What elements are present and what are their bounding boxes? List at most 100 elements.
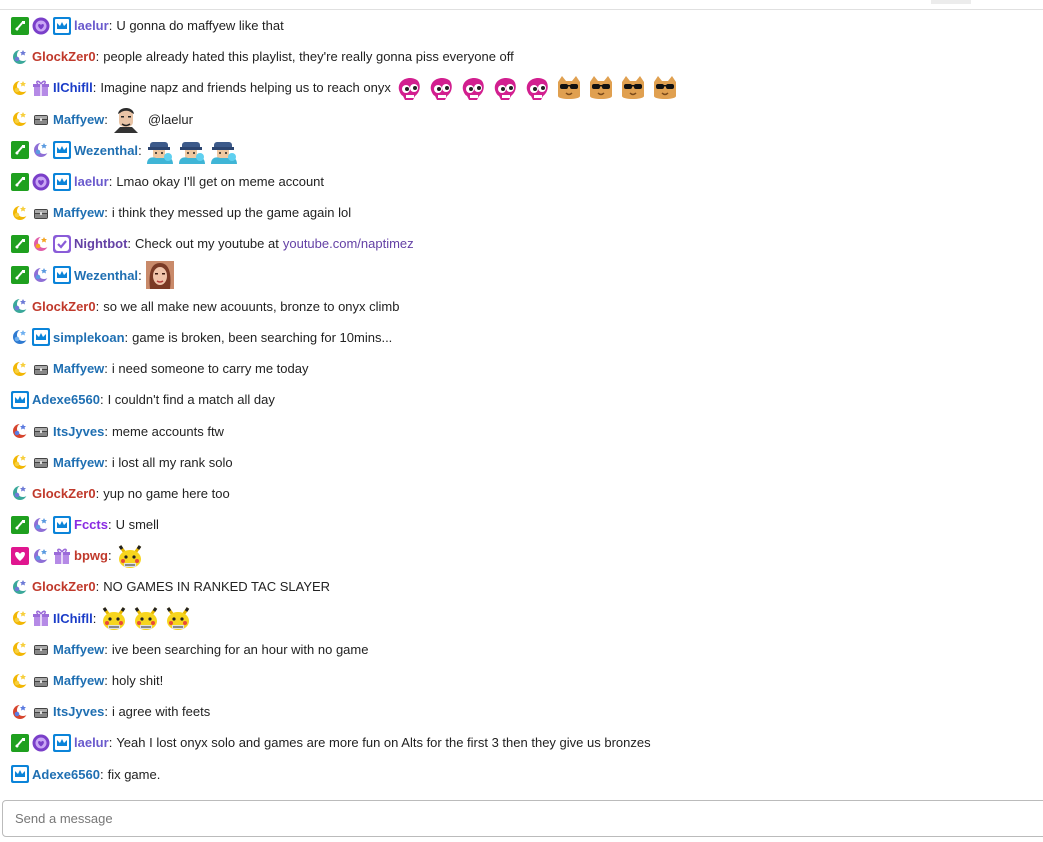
pikachu-emote-icon[interactable] xyxy=(100,604,128,632)
username[interactable]: Adexe6560 xyxy=(32,767,100,782)
guy-cap-emote-icon[interactable] xyxy=(210,136,238,165)
pink-skull-emote-icon[interactable] xyxy=(523,74,551,102)
moon-purple-badge-icon[interactable] xyxy=(32,547,50,565)
chat-input-box[interactable] xyxy=(2,800,1043,837)
moon-yellow-badge-icon[interactable] xyxy=(11,110,29,128)
verified-badge-icon[interactable] xyxy=(11,234,29,253)
chest-badge-icon[interactable] xyxy=(32,422,50,440)
send-message-input[interactable] xyxy=(3,801,1043,836)
guy-cap-emote-icon[interactable] xyxy=(178,136,206,165)
bot-badge-icon[interactable] xyxy=(53,234,71,253)
username[interactable]: simplekoan xyxy=(53,330,125,345)
username[interactable]: bpwg xyxy=(74,548,108,563)
cool-cat-emote-icon[interactable] xyxy=(619,74,647,102)
prime-badge-icon[interactable] xyxy=(53,141,71,160)
prime-badge-icon[interactable] xyxy=(53,172,71,191)
moon-red-badge-icon[interactable] xyxy=(11,703,29,721)
moon-blue-badge-icon[interactable] xyxy=(11,328,29,346)
moon-green-badge-icon[interactable] xyxy=(11,484,29,502)
username[interactable]: IlChifll xyxy=(53,611,93,626)
cool-cat-emote-icon[interactable] xyxy=(587,74,615,102)
pink-skull-emote-icon[interactable] xyxy=(491,74,519,102)
username[interactable]: Maffyew xyxy=(53,205,104,220)
username[interactable]: Adexe6560 xyxy=(32,392,100,407)
username[interactable]: Fccts xyxy=(74,517,108,532)
moon-yellow-badge-icon[interactable] xyxy=(11,204,29,222)
prime-badge-icon[interactable] xyxy=(11,390,29,409)
pink-skull-emote-icon[interactable] xyxy=(459,74,487,102)
heart-pink-badge-icon[interactable] xyxy=(11,546,29,565)
verified-badge-icon[interactable] xyxy=(11,141,29,160)
moon-green-badge-icon[interactable] xyxy=(11,297,29,315)
moon-yellow-badge-icon[interactable] xyxy=(11,453,29,471)
heart-purple-badge-icon[interactable] xyxy=(32,17,50,35)
cool-cat-emote-icon[interactable] xyxy=(651,74,679,102)
prime-badge-icon[interactable] xyxy=(53,733,71,752)
pikachu-emote-icon[interactable] xyxy=(132,604,160,632)
prime-badge-icon[interactable] xyxy=(53,515,71,534)
heart-purple-badge-icon[interactable] xyxy=(32,173,50,191)
moon-yellow-badge-icon[interactable] xyxy=(11,360,29,378)
top-tab[interactable] xyxy=(931,0,971,4)
moon-red-badge-icon[interactable] xyxy=(11,422,29,440)
moon-green-badge-icon[interactable] xyxy=(11,578,29,596)
moon-yellow-badge-icon[interactable] xyxy=(11,672,29,690)
username[interactable]: ItsJyves xyxy=(53,704,104,719)
username[interactable]: Maffyew xyxy=(53,673,104,688)
chest-badge-icon[interactable] xyxy=(32,204,50,222)
moon-pink-badge-icon[interactable] xyxy=(32,235,50,253)
face-man-emote-icon[interactable] xyxy=(111,105,140,134)
prime-badge-icon[interactable] xyxy=(32,328,50,347)
moon-yellow-badge-icon[interactable] xyxy=(11,79,29,97)
username[interactable]: GlockZer0 xyxy=(32,486,96,501)
verified-badge-icon[interactable] xyxy=(11,515,29,534)
pink-skull-emote-icon[interactable] xyxy=(395,74,423,102)
username[interactable]: GlockZer0 xyxy=(32,579,96,594)
chat-log[interactable]: laelur: U gonna do maffyew like that Glock… xyxy=(0,10,1043,795)
username[interactable]: Maffyew xyxy=(53,455,104,470)
username[interactable]: Maffyew xyxy=(53,642,104,657)
cool-cat-emote-icon[interactable] xyxy=(555,74,583,102)
gift-badge-icon[interactable] xyxy=(32,609,50,627)
chest-badge-icon[interactable] xyxy=(32,110,50,128)
face-woman-emote-icon[interactable] xyxy=(145,261,174,290)
username[interactable]: laelur xyxy=(74,735,109,750)
moon-purple-badge-icon[interactable] xyxy=(32,266,50,284)
moon-yellow-badge-icon[interactable] xyxy=(11,609,29,627)
username[interactable]: Wezenthal xyxy=(74,143,138,158)
heart-purple-badge-icon[interactable] xyxy=(32,734,50,752)
username[interactable]: laelur xyxy=(74,174,109,189)
guy-cap-emote-icon[interactable] xyxy=(146,136,174,165)
mention[interactable]: @laelur xyxy=(148,112,193,127)
message-link[interactable]: youtube.com/naptimez xyxy=(283,236,414,251)
verified-badge-icon[interactable] xyxy=(11,266,29,285)
moon-yellow-badge-icon[interactable] xyxy=(11,640,29,658)
username[interactable]: Nightbot xyxy=(74,236,127,251)
verified-badge-icon[interactable] xyxy=(11,733,29,752)
pink-skull-emote-icon[interactable] xyxy=(427,74,455,102)
username[interactable]: Wezenthal xyxy=(74,268,138,283)
moon-green-badge-icon[interactable] xyxy=(11,48,29,66)
chest-badge-icon[interactable] xyxy=(32,703,50,721)
pikachu-emote-icon[interactable] xyxy=(116,542,144,570)
username[interactable]: laelur xyxy=(74,18,109,33)
username[interactable]: IlChifll xyxy=(53,80,93,95)
username[interactable]: GlockZer0 xyxy=(32,299,96,314)
prime-badge-icon[interactable] xyxy=(53,266,71,285)
chest-badge-icon[interactable] xyxy=(32,360,50,378)
username[interactable]: Maffyew xyxy=(53,361,104,376)
prime-badge-icon[interactable] xyxy=(53,16,71,35)
username[interactable]: Maffyew xyxy=(53,112,104,127)
gift-badge-icon[interactable] xyxy=(32,79,50,97)
username[interactable]: GlockZer0 xyxy=(32,49,96,64)
chest-badge-icon[interactable] xyxy=(32,672,50,690)
verified-badge-icon[interactable] xyxy=(11,16,29,35)
chest-badge-icon[interactable] xyxy=(32,640,50,658)
gift-badge-icon[interactable] xyxy=(53,547,71,565)
moon-purple-badge-icon[interactable] xyxy=(32,141,50,159)
prime-badge-icon[interactable] xyxy=(11,765,29,784)
verified-badge-icon[interactable] xyxy=(11,172,29,191)
moon-purple-badge-icon[interactable] xyxy=(32,516,50,534)
chest-badge-icon[interactable] xyxy=(32,453,50,471)
username[interactable]: ItsJyves xyxy=(53,424,104,439)
